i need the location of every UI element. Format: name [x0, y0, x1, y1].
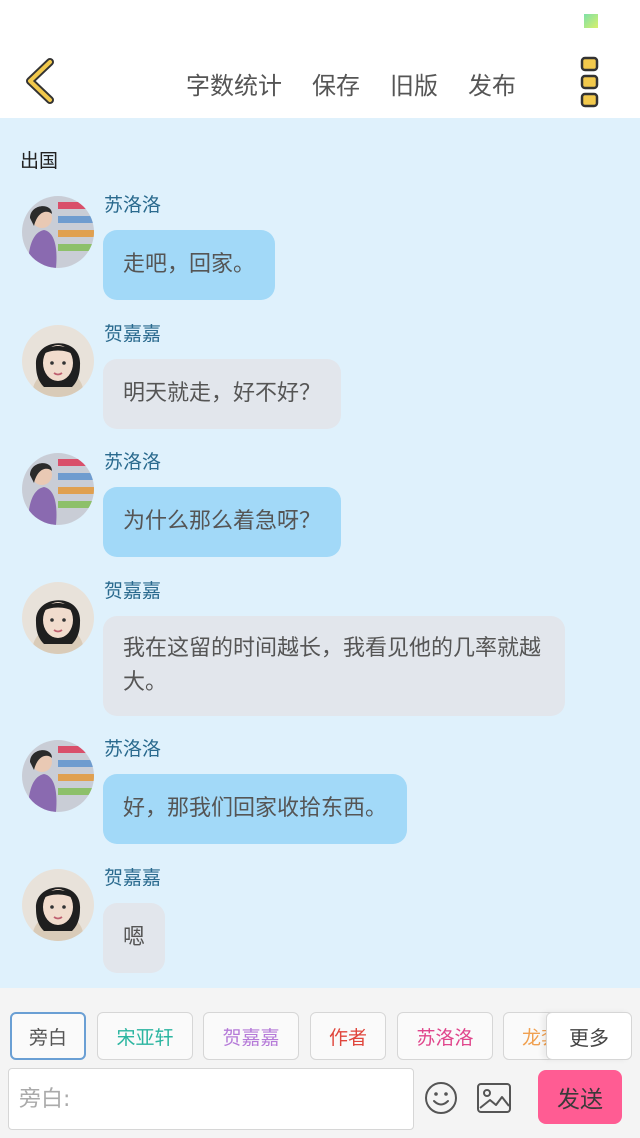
more-vertical-icon	[580, 56, 599, 108]
message-bubble[interactable]: 嗯	[103, 903, 166, 973]
avatar[interactable]	[22, 740, 94, 812]
sender-name: 苏洛洛	[104, 738, 162, 760]
publish-button[interactable]: 发布	[468, 66, 516, 101]
message-bubble[interactable]: 走吧，回家。	[103, 230, 276, 300]
toolbar-actions: 字数统计 保存 旧版 发布	[186, 66, 546, 100]
save-button[interactable]: 保存	[312, 66, 360, 101]
role-chip-author[interactable]: 作者	[310, 1012, 386, 1060]
avatar-image	[22, 196, 94, 268]
avatar-image	[22, 582, 94, 654]
emoji-button[interactable]	[424, 1081, 458, 1115]
composer-panel: 旁白 宋亚轩 贺嘉嘉 作者 苏洛洛 龙套 更多 发送	[0, 988, 640, 1138]
role-chip-narration[interactable]: 旁白	[10, 1012, 86, 1060]
avatar-image	[22, 325, 94, 397]
sender-name: 贺嘉嘉	[104, 867, 162, 889]
avatar[interactable]	[22, 582, 94, 654]
avatar[interactable]	[22, 869, 94, 941]
chevron-left-icon	[26, 58, 54, 104]
word-count-button[interactable]: 字数统计	[186, 66, 282, 101]
chat-area[interactable]: 出国 苏洛洛 走吧，回家。 贺嘉嘉 明天就走，好不好？ 苏洛洛 为什么那么着急呀…	[0, 118, 640, 988]
status-bar	[0, 0, 640, 44]
avatar[interactable]	[22, 453, 94, 525]
role-chip-bar[interactable]: 旁白 宋亚轩 贺嘉嘉 作者 苏洛洛 龙套	[0, 1012, 640, 1060]
top-toolbar: 字数统计 保存 旧版 发布	[0, 44, 640, 118]
more-roles-button[interactable]: 更多	[546, 1012, 632, 1060]
avatar[interactable]	[22, 196, 94, 268]
avatar-image	[22, 869, 94, 941]
back-button[interactable]	[22, 58, 62, 104]
sender-name: 苏洛洛	[104, 194, 162, 216]
insert-image-button[interactable]	[476, 1082, 512, 1114]
role-chip-su-luoluo[interactable]: 苏洛洛	[397, 1012, 493, 1060]
avatar-image	[22, 453, 94, 525]
smiley-icon	[425, 1082, 457, 1114]
avatar-image	[22, 740, 94, 812]
message-input[interactable]	[8, 1068, 414, 1130]
old-version-button[interactable]: 旧版	[390, 66, 438, 101]
message-bubble[interactable]: 明天就走，好不好？	[103, 359, 342, 429]
image-icon	[477, 1083, 511, 1113]
role-chip-he-jiajia[interactable]: 贺嘉嘉	[203, 1012, 299, 1060]
message-bubble[interactable]: 为什么那么着急呀？	[103, 487, 342, 557]
avatar[interactable]	[22, 325, 94, 397]
send-button[interactable]: 发送	[538, 1070, 622, 1124]
message-bubble[interactable]: 好，那我们回家收拾东西。	[103, 774, 408, 844]
sender-name: 贺嘉嘉	[104, 580, 162, 602]
role-chip-song-yaxuan[interactable]: 宋亚轩	[97, 1012, 193, 1060]
sender-name: 苏洛洛	[104, 451, 162, 473]
signal-icon	[584, 14, 598, 28]
sender-name: 贺嘉嘉	[104, 323, 162, 345]
message-bubble[interactable]: 我在这留的时间越长，我看见他的几率就越大。	[103, 616, 565, 716]
chapter-title: 出国	[20, 150, 59, 172]
more-menu-button[interactable]	[578, 56, 602, 108]
